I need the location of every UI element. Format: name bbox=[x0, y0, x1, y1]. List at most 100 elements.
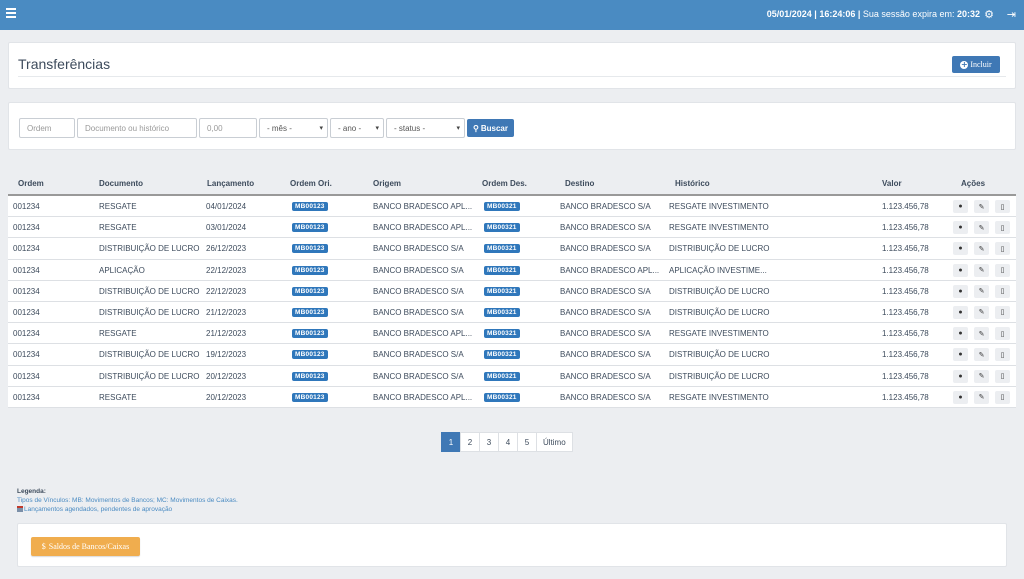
eye-icon[interactable]: ● bbox=[953, 390, 968, 404]
page-title: Transferências bbox=[18, 56, 111, 72]
vinculo-badge[interactable]: MB00123 bbox=[292, 286, 328, 296]
eye-icon[interactable]: ● bbox=[953, 305, 968, 319]
vinculo-badge[interactable]: MB00123 bbox=[292, 202, 328, 211]
cell-ordem: 001234 bbox=[13, 223, 40, 233]
cell-lancamento: 21/12/2023 bbox=[206, 329, 247, 339]
vinculo-badge[interactable]: MB00123 bbox=[292, 350, 328, 360]
page-3-button[interactable]: 3 bbox=[479, 432, 499, 452]
cell-ordem: 001234 bbox=[13, 265, 40, 275]
pencil-icon[interactable]: ✎ bbox=[974, 327, 989, 341]
trash-icon[interactable]: ▯ bbox=[995, 369, 1010, 383]
vinculo-badge[interactable]: MB00321 bbox=[484, 244, 520, 254]
eye-icon[interactable]: ● bbox=[953, 348, 968, 362]
pencil-icon[interactable]: ✎ bbox=[974, 284, 989, 298]
cell-historico: RESGATE INVESTIMENTO bbox=[669, 202, 769, 211]
divider bbox=[18, 76, 1006, 77]
calendar-icon bbox=[17, 506, 23, 513]
session-info: 05/01/2024 | 16:24:06 | Sua sessão expir… bbox=[767, 9, 980, 19]
eye-icon[interactable]: ● bbox=[953, 242, 968, 256]
vinculo-badge[interactable]: MB00123 bbox=[292, 223, 328, 233]
cell-historico: DISTRIBUIÇÃO DE LUCRO bbox=[669, 371, 770, 381]
valor-input[interactable]: 0,00 bbox=[199, 118, 257, 138]
status-select[interactable]: - status - ▾ bbox=[386, 118, 465, 138]
logout-icon[interactable]: ⇥ bbox=[1007, 8, 1016, 21]
vinculo-badge[interactable]: MB00321 bbox=[484, 392, 520, 402]
eye-icon[interactable]: ● bbox=[953, 221, 968, 235]
include-button[interactable]: + Incluir bbox=[952, 56, 1000, 73]
cell-origem: BANCO BRADESCO S/A bbox=[373, 265, 464, 275]
cell-documento: DISTRIBUIÇÃO DE LUCRO bbox=[99, 350, 200, 360]
vinculo-badge[interactable]: MB00321 bbox=[484, 371, 520, 381]
eye-icon[interactable]: ● bbox=[953, 200, 968, 213]
column-header-lancamento: Lançamento bbox=[207, 179, 255, 188]
pencil-icon[interactable]: ✎ bbox=[974, 369, 989, 383]
cell-lancamento: 04/01/2024 bbox=[206, 202, 247, 211]
ordem-input[interactable]: Ordem bbox=[19, 118, 75, 138]
eye-icon[interactable]: ● bbox=[953, 284, 968, 298]
vinculo-badge[interactable]: MB00123 bbox=[292, 371, 328, 381]
cell-valor: 1.123.456,78 bbox=[882, 350, 929, 360]
cell-documento: RESGATE bbox=[99, 392, 137, 402]
vinculo-badge[interactable]: MB00321 bbox=[484, 202, 520, 211]
current-time: 16:24:06 bbox=[819, 9, 856, 19]
cell-origem: BANCO BRADESCO APL... bbox=[373, 392, 473, 402]
ano-select[interactable]: - ano - ▾ bbox=[330, 118, 384, 138]
pencil-icon[interactable]: ✎ bbox=[974, 221, 989, 235]
chevron-down-icon: ▾ bbox=[319, 125, 323, 132]
trash-icon[interactable]: ▯ bbox=[995, 284, 1010, 298]
vinculo-badge[interactable]: MB00123 bbox=[292, 307, 328, 317]
page-5-button[interactable]: 5 bbox=[517, 432, 537, 452]
cell-lancamento: 20/12/2023 bbox=[206, 371, 247, 381]
vinculo-badge[interactable]: MB00321 bbox=[484, 223, 520, 233]
table-body: 001234 RESGATE 04/01/2024 MB00123 BANCO BRAD… bbox=[8, 196, 1016, 408]
cell-historico: APLICAÇÃO INVESTIME... bbox=[669, 265, 767, 275]
last-page-button[interactable]: Último bbox=[536, 432, 573, 452]
vinculo-badge[interactable]: MB00123 bbox=[292, 244, 328, 254]
eye-icon[interactable]: ● bbox=[953, 369, 968, 383]
pencil-icon[interactable]: ✎ bbox=[974, 305, 989, 319]
pencil-icon[interactable]: ✎ bbox=[974, 200, 989, 213]
vinculo-badge[interactable]: MB00123 bbox=[292, 265, 328, 275]
table-row: 001234 APLICAÇÃO 22/12/2023 MB00123 BANCO BR… bbox=[8, 259, 1016, 281]
pencil-icon[interactable]: ✎ bbox=[974, 242, 989, 256]
cell-historico: RESGATE INVESTIMENTO bbox=[669, 223, 769, 233]
trash-icon[interactable]: ▯ bbox=[995, 242, 1010, 256]
cell-origem: BANCO BRADESCO S/A bbox=[373, 350, 464, 360]
eye-icon[interactable]: ● bbox=[953, 327, 968, 341]
trash-icon[interactable]: ▯ bbox=[995, 348, 1010, 362]
pencil-icon[interactable]: ✎ bbox=[974, 263, 989, 277]
pencil-icon[interactable]: ✎ bbox=[974, 348, 989, 362]
cell-valor: 1.123.456,78 bbox=[882, 392, 929, 402]
trash-icon[interactable]: ▯ bbox=[995, 200, 1010, 213]
vinculo-badge[interactable]: MB00123 bbox=[292, 329, 328, 339]
trash-icon[interactable]: ▯ bbox=[995, 263, 1010, 277]
vinculo-badge[interactable]: MB00321 bbox=[484, 286, 520, 296]
saldos-button[interactable]: $ Saldos de Bancos/Caixas bbox=[31, 537, 140, 556]
cell-destino: BANCO BRADESCO APL... bbox=[560, 265, 660, 275]
cell-valor: 1.123.456,78 bbox=[882, 223, 929, 233]
settings-gear-icon[interactable]: ⚙ bbox=[984, 8, 994, 21]
vinculo-badge[interactable]: MB00321 bbox=[484, 329, 520, 339]
trash-icon[interactable]: ▯ bbox=[995, 305, 1010, 319]
vinculo-badge[interactable]: MB00123 bbox=[292, 392, 328, 402]
vinculo-badge[interactable]: MB00321 bbox=[484, 307, 520, 317]
vinculo-badge[interactable]: MB00321 bbox=[484, 350, 520, 360]
cell-historico: DISTRIBUIÇÃO DE LUCRO bbox=[669, 244, 770, 254]
mes-select[interactable]: - mês - ▾ bbox=[259, 118, 328, 138]
search-button-label: Buscar bbox=[480, 123, 508, 133]
trash-icon[interactable]: ▯ bbox=[995, 327, 1010, 341]
pagination: 1 2 3 4 5 Último bbox=[441, 432, 573, 452]
trash-icon[interactable]: ▯ bbox=[995, 221, 1010, 235]
cell-valor: 1.123.456,78 bbox=[882, 244, 929, 254]
page-2-button[interactable]: 2 bbox=[460, 432, 480, 452]
search-button[interactable]: ⚲ Buscar bbox=[467, 119, 514, 137]
page-4-button[interactable]: 4 bbox=[498, 432, 518, 452]
trash-icon[interactable]: ▯ bbox=[995, 390, 1010, 404]
page-1-button[interactable]: 1 bbox=[441, 432, 461, 452]
documento-input[interactable]: Documento ou histórico bbox=[77, 118, 197, 138]
vinculo-badge[interactable]: MB00321 bbox=[484, 265, 520, 275]
hamburger-menu-icon[interactable] bbox=[6, 8, 16, 20]
cell-origem: BANCO BRADESCO S/A bbox=[373, 244, 464, 254]
eye-icon[interactable]: ● bbox=[953, 263, 968, 277]
pencil-icon[interactable]: ✎ bbox=[974, 390, 989, 404]
